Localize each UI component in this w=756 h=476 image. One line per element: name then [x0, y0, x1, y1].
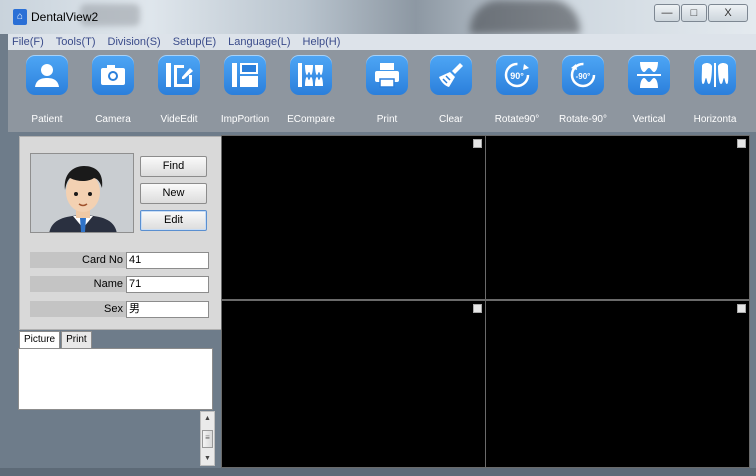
rotate-ccw-icon: -90° — [562, 55, 604, 95]
new-button[interactable]: New — [140, 183, 207, 204]
select-checkbox[interactable] — [737, 139, 746, 148]
window-title: DentalView2 — [31, 10, 99, 24]
image-viewer-top-left[interactable] — [221, 135, 486, 300]
edit-icon — [158, 55, 200, 95]
menu-bar: File(F) Tools(T) Division(S) Setup(E) La… — [8, 34, 756, 50]
menu-tools[interactable]: Tools(T) — [52, 36, 100, 48]
import-portion-button[interactable]: ImpPortion — [212, 50, 278, 132]
vertical-scrollbar[interactable]: ▲ ≡ ▼ — [200, 411, 215, 466]
layout-icon — [224, 55, 266, 95]
tab-print[interactable]: Print — [61, 331, 92, 349]
compare-teeth-icon — [290, 55, 332, 95]
broom-icon — [430, 55, 472, 95]
clear-button[interactable]: Clear — [418, 50, 484, 132]
compare-button[interactable]: ECompare — [278, 50, 344, 132]
sex-field[interactable]: 男 — [126, 301, 209, 318]
vertical-flip-button[interactable]: Vertical — [616, 50, 682, 132]
toolbar-label: ECompare — [287, 114, 335, 125]
toolbar: Patient Camera VideEdit ImpPortion EComp… — [8, 50, 756, 132]
camera-button[interactable]: Camera — [80, 50, 146, 132]
horizontal-flip-button[interactable]: Horizonta — [682, 50, 748, 132]
name-field[interactable]: 71 — [126, 276, 209, 293]
background-blur — [470, 0, 580, 34]
patient-button[interactable]: Patient — [14, 50, 80, 132]
rotate-90-button[interactable]: 90° Rotate90° — [484, 50, 550, 132]
menu-help[interactable]: Help(H) — [299, 36, 345, 48]
video-edit-button[interactable]: VideEdit — [146, 50, 212, 132]
svg-text:-90°: -90° — [576, 72, 591, 81]
scroll-thumb[interactable]: ≡ — [202, 430, 213, 448]
image-viewer-top-right[interactable] — [485, 135, 750, 300]
window-controls: — □ X — [653, 4, 748, 22]
rotate-cw-icon: 90° — [496, 55, 538, 95]
status-strip — [0, 468, 756, 476]
menu-language[interactable]: Language(L) — [224, 36, 294, 48]
picture-print-tabs: Picture Print — [19, 331, 93, 350]
image-viewer-bottom-left[interactable] — [221, 300, 486, 468]
name-label: Name — [30, 276, 126, 292]
picture-list[interactable] — [18, 348, 213, 410]
scroll-down-icon[interactable]: ▼ — [201, 452, 214, 466]
camera-icon — [92, 55, 134, 95]
select-checkbox[interactable] — [473, 139, 482, 148]
menu-division[interactable]: Division(S) — [104, 36, 165, 48]
svg-text:90°: 90° — [510, 71, 524, 81]
scroll-up-icon[interactable]: ▲ — [201, 412, 214, 426]
user-icon — [26, 55, 68, 95]
find-button[interactable]: Find — [140, 156, 207, 177]
close-button[interactable]: X — [708, 4, 748, 22]
card-no-field[interactable]: 41 — [126, 252, 209, 269]
flip-horizontal-icon — [694, 55, 736, 95]
select-checkbox[interactable] — [737, 304, 746, 313]
maximize-button[interactable]: □ — [681, 4, 707, 22]
menu-setup[interactable]: Setup(E) — [169, 36, 220, 48]
select-checkbox[interactable] — [473, 304, 482, 313]
minimize-button[interactable]: — — [654, 4, 680, 22]
edit-button[interactable]: Edit — [140, 210, 207, 231]
app-tooth-icon: ⌂ — [13, 9, 27, 25]
title-bar: ⌂ DentalView2 — □ X — [0, 0, 756, 34]
toolbar-label: Horizonta — [693, 114, 737, 125]
patient-info-panel: Find New Edit Card No 41 Name 71 Sex 男 — [19, 136, 224, 330]
card-no-label: Card No — [30, 252, 126, 268]
patient-avatar — [30, 153, 134, 233]
flip-vertical-icon — [628, 55, 670, 95]
image-viewer-bottom-right[interactable] — [485, 300, 750, 468]
printer-icon — [366, 55, 408, 95]
sex-label: Sex — [30, 301, 126, 317]
rotate-minus-90-button[interactable]: -90° Rotate-90° — [550, 50, 616, 132]
menu-file[interactable]: File(F) — [8, 36, 48, 48]
